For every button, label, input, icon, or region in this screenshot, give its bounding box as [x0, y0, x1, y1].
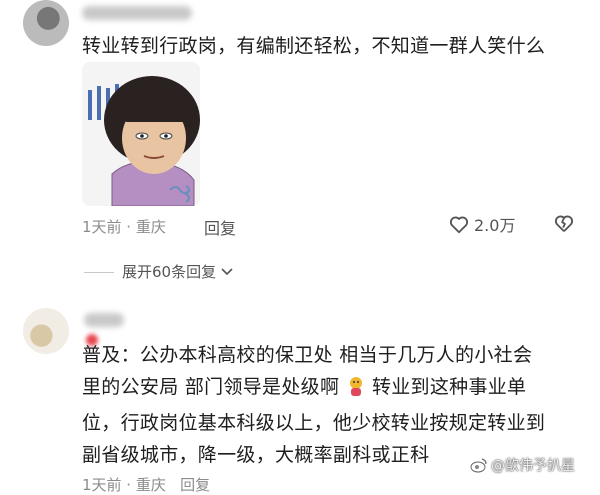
comment-footer-partial: 1天前 · 重庆 回复: [82, 476, 211, 494]
broken-heart-icon: [554, 215, 574, 232]
comment-line: 位，行政岗位基本科级以上，他少校转业按规定转业到: [82, 412, 546, 434]
username-blurred[interactable]: [82, 6, 192, 20]
comment-line: 普及：公办本科高校的保卫处 相当于几万人的小社会: [82, 344, 533, 366]
thread-divider: [84, 272, 114, 273]
expand-replies-button[interactable]: 展开60条回复: [122, 261, 234, 282]
watermark: @歆伟予扒星: [470, 455, 575, 475]
weibo-logo-icon: [470, 458, 487, 473]
comment-text: 转业转到行政岗，有编制还轻松，不知道一群人笑什么: [82, 35, 546, 57]
comment-line: 里的公安局 部门领导是处级啊 转业到这种事业单: [82, 371, 592, 407]
sticker-image[interactable]: [82, 62, 200, 206]
sticker-face-icon: [82, 62, 200, 206]
heart-icon: [449, 216, 469, 234]
username-blurred[interactable]: [84, 312, 140, 346]
comment-line-part: 转业到这种事业单: [371, 376, 527, 398]
comment-time-location: 1天前 · 重庆: [82, 218, 166, 236]
like-button[interactable]: 2.0万: [448, 212, 515, 236]
emoji-icon: [346, 375, 366, 407]
like-count: 2.0万: [474, 216, 516, 235]
dislike-button[interactable]: [553, 212, 575, 238]
avatar[interactable]: [23, 308, 69, 354]
avatar[interactable]: [23, 0, 69, 46]
watermark-text: @歆伟予扒星: [491, 458, 575, 474]
expand-replies-label: 展开60条回复: [122, 263, 217, 281]
reply-button[interactable]: 回复: [204, 215, 236, 239]
chevron-down-icon: [221, 267, 233, 275]
comment-line-part: 里的公安局 部门领导是处级啊: [82, 376, 340, 398]
comment-text: 普及：公办本科高校的保卫处 相当于几万人的小社会 里的公安局 部门领导是处级啊 …: [82, 339, 592, 471]
